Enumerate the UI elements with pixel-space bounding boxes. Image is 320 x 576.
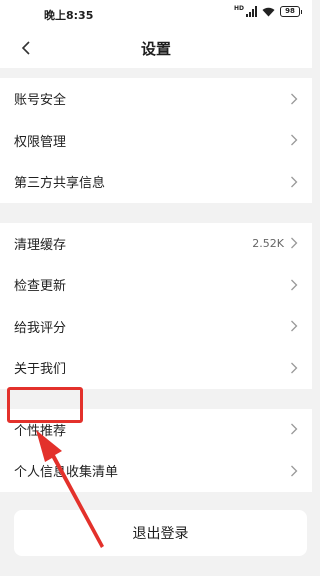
logout-section: 退出登录 [0, 492, 312, 556]
settings-item-personalized-recommendation[interactable]: 个性推荐 [0, 409, 312, 451]
chevron-right-icon [290, 465, 298, 477]
page-title: 设置 [140, 40, 171, 58]
settings-item-label: 检查更新 [14, 279, 67, 295]
settings-item-clear-cache[interactable]: 清理缓存 2.52K [0, 223, 312, 265]
settings-item-third-party-sharing[interactable]: 第三方共享信息 [0, 161, 312, 203]
settings-item-permissions[interactable]: 权限管理 [0, 120, 312, 162]
settings-item-label: 权限管理 [14, 134, 67, 150]
signal-icon [246, 6, 257, 17]
settings-item-account-security[interactable]: 账号安全 [0, 78, 312, 120]
battery-icon: 98 [280, 6, 302, 17]
chevron-right-icon [290, 237, 298, 249]
section-divider [0, 68, 312, 78]
settings-item-label: 清理缓存 [14, 237, 67, 253]
settings-item-label: 给我评分 [14, 320, 67, 336]
cache-size-value: 2.52K [252, 236, 284, 250]
settings-item-label: 第三方共享信息 [14, 176, 106, 192]
settings-item-label: 个人信息收集清单 [14, 465, 119, 481]
settings-group-app: 清理缓存 2.52K 检查更新 给我评分 关于我们 [0, 222, 312, 389]
section-divider [0, 203, 312, 223]
status-icons: HD 98 [233, 5, 302, 17]
chevron-right-icon [290, 320, 298, 332]
section-divider [0, 389, 312, 409]
nav-bar: 设置 [0, 28, 312, 68]
settings-group-account: 账号安全 权限管理 第三方共享信息 [0, 78, 312, 203]
wifi-icon [262, 7, 275, 16]
chevron-right-icon [290, 176, 298, 188]
chevron-right-icon [290, 279, 298, 291]
chevron-right-icon [290, 423, 298, 435]
chevron-right-icon [290, 362, 298, 374]
status-bar: 晚上8:35 HD 98 [0, 0, 312, 28]
settings-item-rate-us[interactable]: 给我评分 [0, 306, 312, 348]
settings-item-label: 关于我们 [14, 362, 67, 378]
chevron-right-icon [290, 134, 298, 146]
chevron-right-icon [290, 93, 298, 105]
settings-item-label: 账号安全 [14, 93, 67, 109]
network-type: HD [233, 5, 244, 12]
settings-item-personal-info-list[interactable]: 个人信息收集清单 [0, 450, 312, 492]
settings-item-about-us[interactable]: 关于我们 [0, 347, 312, 389]
settings-item-label: 个性推荐 [14, 423, 67, 439]
settings-group-privacy: 个性推荐 个人信息收集清单 [0, 408, 312, 492]
status-time: 晚上8:35 [44, 9, 94, 22]
logout-button[interactable]: 退出登录 [14, 509, 307, 556]
settings-item-check-update[interactable]: 检查更新 [0, 264, 312, 306]
